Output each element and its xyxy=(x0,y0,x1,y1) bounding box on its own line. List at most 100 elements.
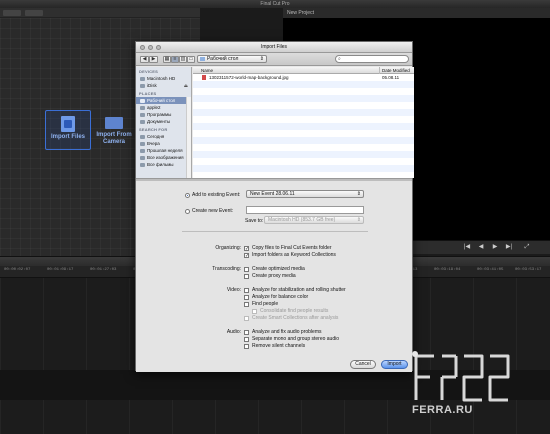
transcoding-label: Transcoding: xyxy=(212,266,241,272)
stabilization-checkbox[interactable] xyxy=(244,288,249,293)
timecode: 00:01:09:17 xyxy=(47,268,74,272)
icon-view-icon[interactable]: ▦ xyxy=(163,56,171,63)
column-view-icon[interactable]: ▥ xyxy=(179,56,187,63)
find-people-checkbox[interactable] xyxy=(244,302,249,307)
proxy-media-checkbox[interactable] xyxy=(244,274,249,279)
path-popup-value: Рабочий стол xyxy=(207,56,239,62)
sidebar-item-label: Сегодня xyxy=(147,134,165,139)
import-from-camera-label: Import From Camera xyxy=(92,132,136,146)
image-file-icon xyxy=(202,75,206,80)
smart-folder-icon xyxy=(140,155,145,160)
finder-sidebar: DEVICES Macintosh HD iDisk ⏏ PLACES Рабоч… xyxy=(136,67,192,201)
back-icon[interactable]: ◀ xyxy=(477,244,485,251)
timecode: 00:01:27:03 xyxy=(90,268,117,272)
sidebar-item-idisk[interactable]: iDisk ⏏ xyxy=(136,82,191,89)
smart-collections-label: Create Smart Collections after analysis xyxy=(252,315,339,321)
idisk-icon xyxy=(140,83,145,88)
minimize-icon[interactable] xyxy=(148,45,153,50)
timecode: 00:00:02:07 xyxy=(4,268,31,272)
zoom-icon[interactable] xyxy=(156,45,161,50)
import-from-camera-tile[interactable]: Import From Camera xyxy=(92,110,136,150)
import-files-dialog: Import Files ◀ ▶ ▦ ≡ ▥ ▭ Рабочий стол ⇕ … xyxy=(135,41,414,372)
file-rows: 1302311572-world-map-background.jpg 05.0… xyxy=(193,74,414,172)
smart-collections-checkbox[interactable] xyxy=(244,316,249,321)
save-to-label: Save to: xyxy=(245,218,264,224)
find-people-label: Find people xyxy=(252,301,279,307)
import-files-icon xyxy=(61,116,75,132)
smart-folder-icon xyxy=(140,162,145,167)
separate-mono-checkbox[interactable] xyxy=(244,337,249,342)
copy-files-label: Copy files to Final Cut Events folder xyxy=(252,245,332,251)
existing-event-select[interactable]: New Event 28.06.11 ⇕ xyxy=(246,190,364,198)
sidebar-item-documents[interactable]: Документы xyxy=(136,118,191,125)
sidebar-item-all-movies[interactable]: Все фильмы xyxy=(136,161,191,168)
play-from-start-icon[interactable]: |◀ xyxy=(463,244,471,251)
fullscreen-icon[interactable]: ⤢ xyxy=(523,244,531,251)
new-event-name-field[interactable] xyxy=(246,206,364,214)
list-view-icon[interactable]: ≡ xyxy=(171,56,179,63)
sidebar-item-label: Вчера xyxy=(147,141,160,146)
sidebar-heading-search: SEARCH FOR xyxy=(139,127,168,132)
balance-color-checkbox[interactable] xyxy=(244,295,249,300)
coverflow-view-icon[interactable]: ▭ xyxy=(187,56,195,63)
add-existing-event-label: Add to existing Event: xyxy=(192,192,241,198)
add-existing-event-radio[interactable] xyxy=(185,193,190,198)
sidebar-item-applications[interactable]: Программы xyxy=(136,111,191,118)
sidebar-item-label: Рабочий стол xyxy=(147,98,176,103)
save-to-value: Macintosh HD (853.7 GB free) xyxy=(268,217,336,223)
file-list: Name Date Modified 1302311572-world-map-… xyxy=(193,67,414,178)
sidebar-item-today[interactable]: Сегодня xyxy=(136,133,191,140)
dialog-title: Import Files xyxy=(136,42,412,53)
empty-row xyxy=(193,95,414,102)
path-popup[interactable]: Рабочий стол ⇕ xyxy=(197,55,267,63)
empty-row xyxy=(193,109,414,116)
sidebar-item-yesterday[interactable]: Вчера xyxy=(136,140,191,147)
empty-row xyxy=(193,151,414,158)
sidebar-item-apple2[interactable]: apple2 xyxy=(136,104,191,111)
forward-button[interactable]: ▶ xyxy=(149,56,158,63)
sidebar-item-macintosh-hd[interactable]: Macintosh HD xyxy=(136,75,191,82)
desktop-icon xyxy=(140,98,145,103)
viewer-title: New Project xyxy=(283,8,550,18)
clock-icon xyxy=(140,148,145,153)
create-new-event-radio[interactable] xyxy=(185,209,190,214)
keyword-collections-checkbox[interactable]: ✓ xyxy=(244,253,249,259)
save-to-select[interactable]: Macintosh HD (853.7 GB free) ⇕ xyxy=(264,216,364,224)
timecode: 00:03:41:05 xyxy=(477,268,504,272)
proxy-media-label: Create proxy media xyxy=(252,273,296,279)
eject-icon[interactable]: ⏏ xyxy=(184,82,188,89)
empty-row xyxy=(193,81,414,88)
sidebar-item-last-week[interactable]: Прошлая неделя xyxy=(136,147,191,154)
optimized-media-label: Create optimized media xyxy=(252,266,305,272)
popup-arrows-icon: ⇕ xyxy=(356,191,361,197)
consolidate-people-checkbox[interactable] xyxy=(252,309,257,314)
remove-silent-checkbox[interactable] xyxy=(244,344,249,349)
video-label: Video: xyxy=(226,287,241,293)
fix-audio-checkbox[interactable] xyxy=(244,330,249,335)
play-icon[interactable]: ▶ xyxy=(491,244,499,251)
copy-files-checkbox[interactable]: ✓ xyxy=(244,246,249,252)
audio-label: Audio: xyxy=(226,329,241,335)
import-files-tile[interactable]: Import Files xyxy=(45,110,91,150)
close-icon[interactable] xyxy=(140,45,145,50)
sidebar-item-label: Все изображения xyxy=(147,155,184,160)
forward-icon[interactable]: ▶| xyxy=(505,244,513,251)
search-input[interactable]: ⌕ xyxy=(335,55,409,63)
clock-icon xyxy=(140,134,145,139)
camera-label-line1: Import From xyxy=(96,132,132,138)
sidebar-item-label: Macintosh HD xyxy=(147,76,176,81)
clock-icon xyxy=(140,141,145,146)
back-button[interactable]: ◀ xyxy=(140,56,149,63)
separate-mono-label: Separate mono and group stereo audio xyxy=(252,336,340,342)
optimized-media-checkbox[interactable] xyxy=(244,267,249,272)
documents-icon xyxy=(140,119,145,124)
sidebar-item-all-images[interactable]: Все изображения xyxy=(136,154,191,161)
table-row[interactable]: 1302311572-world-map-background.jpg 05.0… xyxy=(193,74,414,81)
column-header-date[interactable]: Date Modified xyxy=(379,67,410,74)
sidebar-item-desktop[interactable]: Рабочий стол xyxy=(136,97,191,104)
cancel-button[interactable]: Cancel xyxy=(350,360,376,369)
empty-row xyxy=(193,123,414,130)
column-header-name[interactable]: Name xyxy=(201,67,213,74)
dialog-toolbar: ◀ ▶ ▦ ≡ ▥ ▭ Рабочий стол ⇕ ⌕ xyxy=(136,53,412,66)
import-button[interactable]: Import xyxy=(381,360,408,369)
